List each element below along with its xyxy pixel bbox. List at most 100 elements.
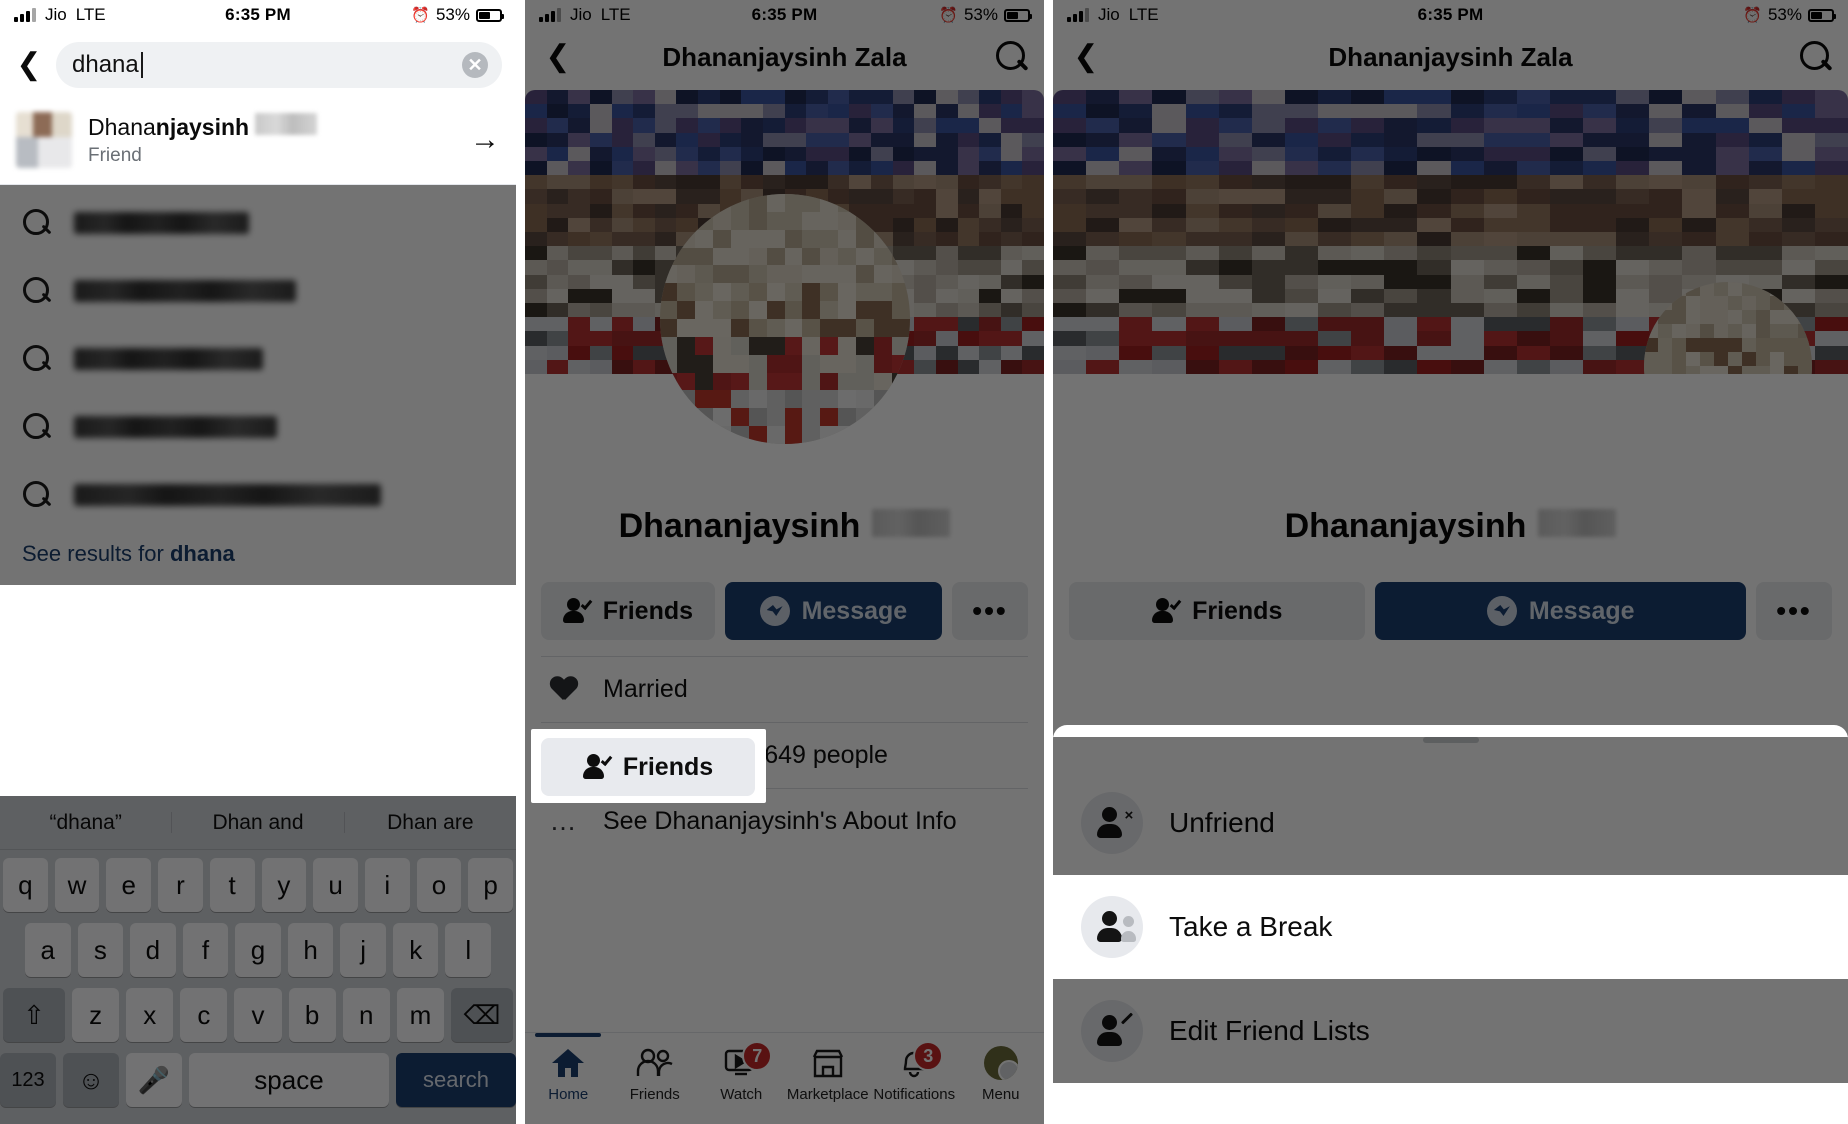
message-button-label: Message [1528,596,1635,625]
prediction-0[interactable]: “dhana” [0,812,173,833]
back-chevron-icon[interactable]: ❮ [12,48,46,82]
friends-button-label: Friends [622,752,714,781]
profile-photo-area: Dhananjaysinh [525,194,1044,564]
nav-item-friends[interactable]: Friends [612,1045,699,1103]
nav-item-watch[interactable]: 7 Watch [698,1041,785,1103]
nav-label: Watch [720,1086,763,1103]
profile-name: Dhananjaysinh [525,507,1044,546]
profile-photo[interactable] [659,194,910,444]
nav-item-notifications[interactable]: 3 Notifications [871,1041,958,1103]
friends-button-label: Friends [602,596,694,625]
nav-label: Home [548,1086,589,1103]
search-result-friend[interactable]: Dhana njaysinh Friend → [0,102,516,185]
sheet-item-edit-friend-lists[interactable]: Edit Friend Lists [1053,979,1848,1083]
friend-check-icon [582,753,613,781]
key-f[interactable]: f [182,923,229,977]
numbers-key[interactable]: 123 [0,1053,56,1107]
list-item[interactable] [0,461,516,529]
key-r[interactable]: r [158,858,203,912]
key-a[interactable]: a [24,923,71,977]
back-chevron-icon[interactable]: ❮ [1069,40,1103,74]
search-icon [22,344,52,374]
friends-button[interactable]: Friends [541,582,715,640]
key-b[interactable]: b [288,988,336,1042]
emoji-smiley-icon[interactable]: ☺ [63,1053,119,1107]
bottom-navigation: Home Friends 7 Watch Marketplace 3 Notif… [525,1032,1044,1124]
nav-item-marketplace[interactable]: Marketplace [785,1045,872,1103]
info-row-relationship[interactable]: Married [541,656,1028,722]
status-badge: 3 [913,1041,944,1071]
battery-icon [476,8,504,22]
list-item[interactable] [0,325,516,393]
key-h[interactable]: h [287,923,334,977]
key-m[interactable]: m [396,988,444,1042]
see-results-prefix: See results for [22,541,170,566]
sheet-item-take-a-break[interactable]: Take a Break [1053,875,1848,979]
key-z[interactable]: z [72,988,120,1042]
key-q[interactable]: q [2,858,48,912]
backspace-icon[interactable]: ⌫ [450,988,513,1042]
sheet-item-unfriend[interactable]: × Unfriend [1053,771,1848,875]
key-c[interactable]: c [180,988,228,1042]
drag-handle[interactable] [1422,737,1479,743]
shift-up-arrow-icon[interactable]: ⇧ [3,988,65,1042]
prediction-2[interactable]: Dhan are [345,812,516,833]
key-e[interactable]: e [106,858,152,912]
key-j[interactable]: j [340,923,386,977]
key-s[interactable]: s [77,923,124,977]
friend-check-icon [1152,597,1182,625]
search-key[interactable]: search [396,1053,516,1107]
key-x[interactable]: x [126,988,174,1042]
arrow-right-icon[interactable]: → [470,123,500,157]
search-icon [22,412,52,442]
redacted-surname [872,509,951,537]
key-o[interactable]: o [416,858,462,912]
prediction-1[interactable]: Dhan and [172,812,345,833]
key-k[interactable]: k [392,923,439,977]
key-p[interactable]: p [468,858,514,912]
see-results-link[interactable]: See results for dhana [0,529,516,585]
redacted-surname [1538,509,1617,537]
sheet-header [1053,737,1848,771]
on-screen-keyboard: “dhana” Dhan and Dhan are q w e r t y u … [0,796,516,1124]
key-v[interactable]: v [234,988,282,1042]
key-d[interactable]: d [130,923,176,977]
nav-label: Friends [629,1086,680,1103]
key-n[interactable]: n [342,988,390,1042]
key-y[interactable]: y [261,858,307,912]
search-icon[interactable] [994,40,1028,74]
microphone-icon[interactable]: 🎤 [126,1053,182,1107]
key-w[interactable]: w [54,858,100,912]
key-g[interactable]: g [235,923,281,977]
search-input[interactable]: dhana ✕ [56,42,502,88]
key-t[interactable]: t [209,858,255,912]
more-options-icon[interactable]: ••• [1756,582,1832,640]
key-l[interactable]: l [445,923,492,977]
space-key[interactable]: space [189,1053,389,1107]
key-i[interactable]: i [364,858,410,912]
status-badge: 7 [742,1041,773,1071]
more-options-icon[interactable]: ••• [952,582,1028,640]
list-item[interactable] [0,257,516,325]
message-button[interactable]: Message [724,582,942,640]
key-u[interactable]: u [313,858,358,912]
list-item[interactable] [0,189,516,257]
message-button[interactable]: Message [1375,582,1746,640]
back-chevron-icon[interactable]: ❮ [541,40,575,74]
list-item[interactable] [0,393,516,461]
friends-icon [635,1045,675,1081]
nav-item-home[interactable]: Home [525,1033,612,1103]
heart-icon [547,677,581,702]
cover-photo[interactable] [1053,90,1848,374]
network-label: LTE [1128,5,1159,24]
search-icon[interactable] [1798,40,1832,74]
nav-label: Menu [981,1086,1020,1103]
battery-icon [1808,8,1836,22]
redacted-suggestion [74,280,296,302]
alarm-icon: ⏰ [411,6,430,24]
clear-circle-icon[interactable]: ✕ [462,52,488,78]
friends-button[interactable]: Friends [1069,582,1366,640]
friends-button-highlighted[interactable]: Friends [541,738,755,796]
nav-item-menu[interactable]: Menu [958,1045,1045,1103]
avatar [16,112,72,168]
